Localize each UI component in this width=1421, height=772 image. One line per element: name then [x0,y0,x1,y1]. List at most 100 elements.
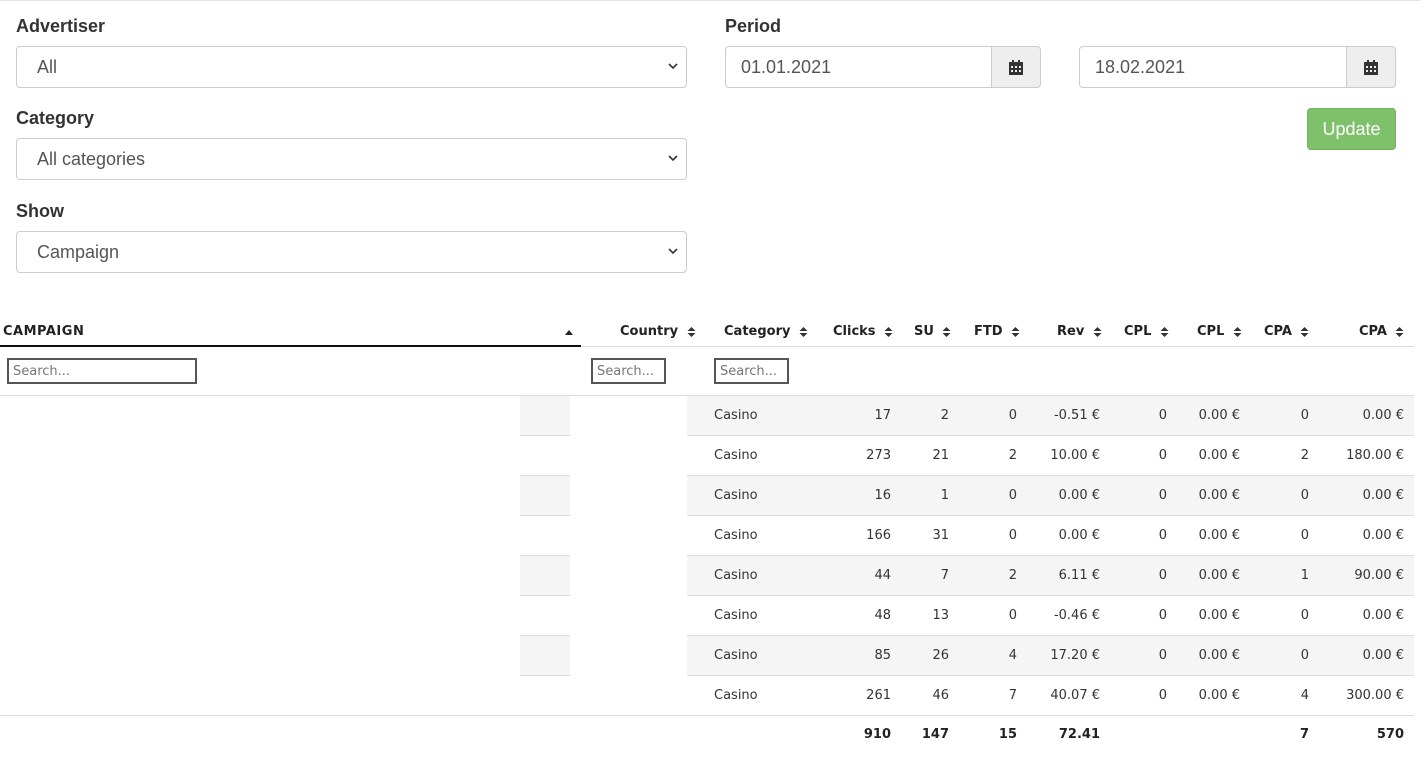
cell-clicks: 261 [866,688,891,703]
total-cpa-amount: 570 [1376,727,1404,742]
cell-ftd: 2 [1008,568,1017,583]
cell-clicks: 85 [874,648,891,663]
cell-cpl-amount: 0.00 € [1198,408,1240,423]
table-row: Casino 44 7 2 6.11 € 0 0.00 € 1 90.00 € [0,556,1414,596]
cell-cpa-amount: 0.00 € [1362,528,1404,543]
category-select[interactable]: All categories [16,138,687,180]
cell-clicks: 273 [866,448,891,463]
cell-cpa-amount: 300.00 € [1346,688,1404,703]
cell-cpa: 1 [1300,568,1309,583]
cell-cpl: 0 [1158,448,1167,463]
column-header-cpa-count[interactable]: CPA [1264,321,1309,343]
column-header-label: CPA [1264,324,1292,339]
column-header-su[interactable]: SU [914,321,951,343]
cell-cpa-amount: 0.00 € [1362,608,1404,623]
sort-icon [1011,326,1020,337]
column-header-label: CPL [1197,324,1225,339]
cell-cpl: 0 [1158,608,1167,623]
column-header-cpa-amount[interactable]: CPA [1359,321,1404,343]
column-header-country[interactable]: Country [620,321,696,343]
date-to-input[interactable]: 18.02.2021 [1079,46,1347,88]
cell-rev: -0.51 € [1053,408,1100,423]
advertiser-select[interactable]: All [16,46,687,88]
cell-ftd: 0 [1008,488,1017,503]
cell-cpl: 0 [1158,648,1167,663]
row-stripe [520,396,570,436]
cell-ftd: 0 [1008,608,1017,623]
cell-su: 31 [932,528,949,543]
cell-clicks: 17 [874,408,891,423]
column-header-label: Rev [1057,324,1085,339]
cell-ftd: 4 [1008,648,1017,663]
sort-icon [1395,326,1404,337]
calendar-icon [1009,59,1023,75]
cell-category: Casino [714,408,758,423]
cell-cpl: 0 [1158,408,1167,423]
cell-category: Casino [714,688,758,703]
date-from-calendar-button[interactable] [991,46,1041,88]
date-from-input[interactable]: 01.01.2021 [725,46,992,88]
column-header-cpl-count[interactable]: CPL [1124,321,1169,343]
advertiser-value: All [37,57,58,77]
cell-su: 13 [932,608,949,623]
cell-cpa: 4 [1300,688,1309,703]
category-value: All categories [37,149,146,169]
cell-ftd: 7 [1008,688,1017,703]
cell-rev: 10.00 € [1050,448,1100,463]
cell-cpa: 0 [1300,648,1309,663]
row-stripe [520,556,570,596]
sort-icon [799,326,808,337]
campaign-search-input[interactable] [7,358,197,384]
show-label: Show [16,201,64,221]
calendar-icon [1364,59,1378,75]
column-header-label: Clicks [833,324,876,339]
row-stripe [520,636,570,676]
cell-su: 1 [940,488,949,503]
cell-ftd: 2 [1008,448,1017,463]
column-header-label: FTD [974,324,1003,339]
cell-rev: 0.00 € [1058,528,1100,543]
column-header-category[interactable]: Category [724,321,808,343]
show-value: Campaign [37,242,120,262]
cell-rev: 17.20 € [1050,648,1100,663]
cell-clicks: 16 [874,488,891,503]
category-search-input[interactable] [714,358,789,384]
cell-cpl-amount: 0.00 € [1198,648,1240,663]
cell-cpl-amount: 0.00 € [1198,528,1240,543]
column-header-campaign[interactable]: CAMPAIGN [3,321,84,343]
sort-ascending-icon[interactable] [564,328,574,336]
cell-cpl-amount: 0.00 € [1198,488,1240,503]
sort-icon [942,326,951,337]
cell-clicks: 166 [866,528,891,543]
cell-cpl: 0 [1158,488,1167,503]
cell-category: Casino [714,528,758,543]
date-to-calendar-button[interactable] [1346,46,1396,88]
update-button[interactable]: Update [1307,108,1396,150]
table-row: Casino 85 26 4 17.20 € 0 0.00 € 0 0.00 € [0,636,1414,676]
cell-cpa-amount: 180.00 € [1346,448,1404,463]
advertiser-label: Advertiser [16,16,106,36]
country-search-input[interactable] [591,358,666,384]
column-header-ftd[interactable]: FTD [974,321,1020,343]
chevron-down-icon [668,155,678,162]
column-header-clicks[interactable]: Clicks [833,321,893,343]
chevron-down-icon [668,63,678,70]
show-select[interactable]: Campaign [16,231,687,273]
table-row: Casino 261 46 7 40.07 € 0 0.00 € 4 300.00 € [0,676,1414,716]
cell-cpl-amount: 0.00 € [1198,568,1240,583]
cell-cpl: 0 [1158,568,1167,583]
column-header-label: CPA [1359,324,1387,339]
header-underline-sorted [0,345,581,347]
column-header-rev[interactable]: Rev [1057,321,1102,343]
sort-icon [1160,326,1169,337]
column-header-cpl-amount[interactable]: CPL [1197,321,1242,343]
cell-rev: 40.07 € [1050,688,1100,703]
cell-rev: 0.00 € [1058,488,1100,503]
table-row: Casino 16 1 0 0.00 € 0 0.00 € 0 0.00 € [0,476,1414,516]
cell-ftd: 0 [1008,528,1017,543]
cell-cpl: 0 [1158,688,1167,703]
total-clicks: 910 [863,727,891,742]
cell-cpl-amount: 0.00 € [1198,608,1240,623]
category-label: Category [16,108,95,128]
column-header-label: CAMPAIGN [3,324,85,339]
